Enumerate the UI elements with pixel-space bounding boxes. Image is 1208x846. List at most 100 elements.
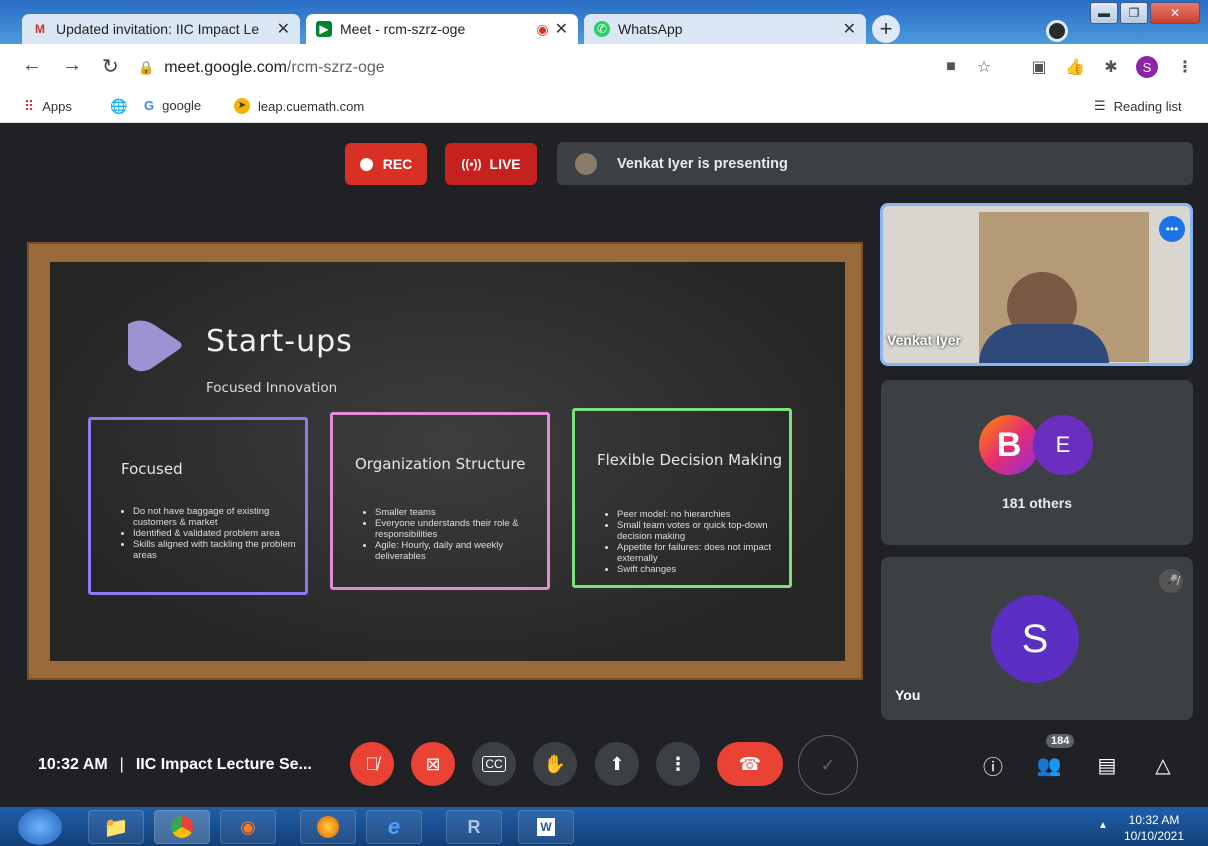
- participant-tile-presenter[interactable]: Venkat Iyer •••: [880, 203, 1193, 366]
- hang-up-icon: ☎: [738, 753, 762, 774]
- reading-list-button[interactable]: ☰ Reading list: [1094, 98, 1182, 114]
- close-tab-icon[interactable]: ✕: [277, 19, 290, 39]
- others-count: 181 others: [1001, 495, 1073, 511]
- raise-hand-button[interactable]: ✋: [533, 742, 577, 786]
- people-icon: 👥: [1036, 754, 1062, 777]
- box-title: Organization Structure: [355, 455, 526, 473]
- taskbar-firefox[interactable]: [300, 810, 356, 844]
- back-icon[interactable]: ←: [22, 54, 42, 77]
- box-title: Focused: [121, 460, 183, 478]
- folder-icon: 📁: [103, 816, 129, 839]
- confirm-button[interactable]: ✓: [798, 735, 858, 795]
- close-tab-icon[interactable]: ✕: [555, 19, 568, 39]
- bullet: Identified & validated problem area: [133, 528, 313, 539]
- participants-button[interactable]: 👥: [1036, 752, 1062, 778]
- extension-icon[interactable]: ▣: [1028, 56, 1050, 78]
- mic-toggle-button[interactable]: 🎙̸: [350, 742, 394, 786]
- url-path: /rcm-szrz-oge: [286, 59, 385, 76]
- bookmark-globe[interactable]: 🌐: [110, 98, 127, 115]
- profile-avatar[interactable]: S: [1136, 56, 1158, 78]
- captions-icon: CC: [482, 756, 506, 772]
- bookmarks-bar: ⠿ Apps 🌐 G google ➤ leap.cuemath.com ☰ R…: [0, 90, 1208, 123]
- taskbar-ie[interactable]: e: [366, 810, 422, 844]
- word-icon: W: [536, 817, 556, 837]
- participant-tile-others[interactable]: B E 181 others: [881, 380, 1193, 545]
- recording-badge[interactable]: REC: [345, 143, 427, 185]
- tray-expand-icon[interactable]: ▲: [1098, 820, 1108, 831]
- activities-button[interactable]: △: [1150, 752, 1176, 778]
- live-badge[interactable]: ((•)) LIVE: [445, 143, 537, 185]
- taskbar-r[interactable]: R: [446, 810, 502, 844]
- slide-logo-icon: [122, 314, 186, 374]
- present-screen-button[interactable]: ⬆: [595, 742, 639, 786]
- chat-icon: ▤: [1097, 754, 1117, 777]
- meeting-info-button[interactable]: ⓘ: [980, 752, 1006, 779]
- rocket-icon: ➤: [234, 98, 250, 114]
- apps-grid-icon: ⠿: [24, 98, 35, 114]
- presenting-text: Venkat Iyer is presenting: [617, 155, 788, 172]
- tab-meet[interactable]: ▶ Meet - rcm-szrz-oge ◉ ✕: [306, 14, 578, 44]
- slide-box-focused: Focused Do not have baggage of existing …: [88, 417, 308, 595]
- check-icon: ✓: [820, 754, 836, 775]
- presenter-avatar: [575, 152, 597, 175]
- bookmark-label: leap.cuemath.com: [258, 98, 365, 114]
- gmail-icon: M: [35, 22, 45, 36]
- box-bullets: Do not have baggage of existing customer…: [115, 506, 313, 561]
- clock-date: 10/10/2021: [1123, 829, 1185, 843]
- globe-icon: 🌐: [110, 98, 128, 114]
- meeting-title: IIC Impact Lecture Se...: [135, 756, 312, 773]
- meeting-time: 10:32 AM: [38, 756, 108, 773]
- bookmark-label: google: [162, 98, 202, 113]
- slide-subtitle: Focused Innovation: [206, 380, 338, 396]
- more-options-button[interactable]: ⋮: [656, 742, 700, 786]
- taskbar-chrome[interactable]: [154, 810, 210, 844]
- new-tab-button[interactable]: +: [872, 15, 900, 43]
- lock-icon: 🔒: [138, 60, 155, 75]
- thumbs-up-extension-icon[interactable]: 👍: [1064, 56, 1086, 78]
- participant-name: Venkat Iyer: [887, 332, 961, 348]
- firefox-icon: [317, 816, 339, 838]
- whatsapp-icon: ✆: [594, 21, 610, 37]
- minimize-icon[interactable]: ▬: [1090, 2, 1118, 24]
- profile-indicator-icon[interactable]: [1046, 20, 1068, 42]
- presenter-shirt: [979, 324, 1109, 363]
- taskbar-player[interactable]: ◉: [220, 810, 276, 844]
- camera-icon[interactable]: ■: [940, 56, 962, 78]
- bookmark-apps[interactable]: ⠿ Apps: [24, 98, 72, 115]
- maximize-icon[interactable]: ❐: [1120, 2, 1148, 24]
- bullet: Agile: Hourly, daily and weekly delivera…: [375, 540, 555, 562]
- windows-start-button[interactable]: [18, 809, 62, 845]
- captions-button[interactable]: CC: [472, 742, 516, 786]
- reload-icon[interactable]: ↻: [102, 54, 119, 79]
- mic-muted-icon: 🎤̸: [1159, 569, 1183, 593]
- bookmark-google[interactable]: G google: [144, 98, 201, 113]
- camera-off-icon: ⊠: [425, 753, 441, 774]
- box-bullets: Peer model: no hierarchies Small team vo…: [599, 509, 797, 575]
- r-icon: R: [467, 816, 481, 837]
- taskbar-explorer[interactable]: 📁: [88, 810, 144, 844]
- bookmark-cuemath[interactable]: ➤ leap.cuemath.com: [234, 98, 364, 114]
- participant-tile-self[interactable]: 🎤̸ S You: [881, 557, 1193, 720]
- close-tab-icon[interactable]: ✕: [843, 19, 856, 39]
- tab-title: Updated invitation: IIC Impact Le: [56, 21, 260, 37]
- record-dot-icon: [359, 157, 373, 171]
- chrome-icon: [171, 816, 193, 838]
- slide-box-organization: Organization Structure Smaller teams Eve…: [330, 412, 550, 590]
- camera-toggle-button[interactable]: ⊠: [411, 742, 455, 786]
- taskbar-word[interactable]: W: [518, 810, 574, 844]
- leave-call-button[interactable]: ☎: [717, 742, 783, 786]
- menu-kebab-icon[interactable]: ⋮: [1174, 56, 1196, 78]
- slide-box-flexible: Flexible Decision Making Peer model: no …: [572, 408, 792, 588]
- broadcast-icon: ((•)): [461, 157, 482, 171]
- extensions-puzzle-icon[interactable]: ✱: [1100, 56, 1122, 78]
- tab-gmail[interactable]: M Updated invitation: IIC Impact Le ✕: [22, 14, 300, 44]
- reading-list-icon: ☰: [1094, 98, 1106, 113]
- close-window-icon[interactable]: ✕: [1150, 2, 1200, 24]
- chat-button[interactable]: ▤: [1094, 752, 1120, 778]
- speaking-indicator-icon: •••: [1159, 216, 1185, 242]
- taskbar-clock[interactable]: 10:32 AM 10/10/2021: [1114, 812, 1194, 844]
- tab-whatsapp[interactable]: ✆ WhatsApp ✕: [584, 14, 866, 44]
- address-bar[interactable]: 🔒 meet.google.com/rcm-szrz-oge: [138, 52, 918, 84]
- bookmark-star-icon[interactable]: ☆: [973, 56, 995, 78]
- forward-icon[interactable]: →: [62, 54, 82, 77]
